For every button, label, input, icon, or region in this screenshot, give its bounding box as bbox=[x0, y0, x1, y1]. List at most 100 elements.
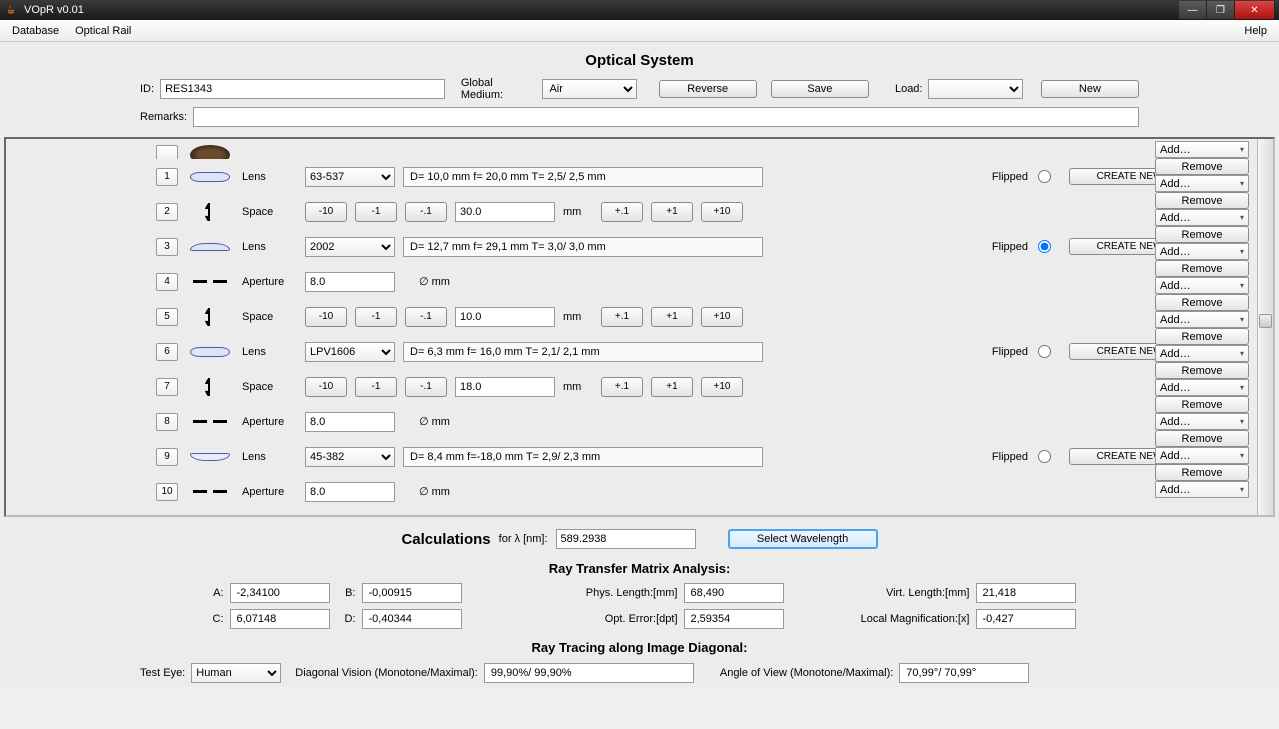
aperture-value[interactable] bbox=[305, 412, 395, 432]
rail-row-cut bbox=[156, 145, 1257, 159]
step-m1[interactable]: -1 bbox=[355, 307, 397, 327]
add-dropdown[interactable]: Add… bbox=[1155, 141, 1249, 158]
add-dropdown[interactable]: Add… bbox=[1155, 277, 1249, 294]
remove-button[interactable]: Remove bbox=[1155, 464, 1249, 481]
flipped-radio[interactable] bbox=[1038, 345, 1051, 358]
lens-select[interactable]: 63-537 bbox=[305, 167, 395, 187]
remove-button[interactable]: Remove bbox=[1155, 294, 1249, 311]
eye-select[interactable]: Human bbox=[191, 663, 281, 683]
add-dropdown[interactable]: Add… bbox=[1155, 481, 1249, 498]
lens-select[interactable]: LPV1606 bbox=[305, 342, 395, 362]
space-value[interactable] bbox=[455, 377, 555, 397]
row-index[interactable]: 8 bbox=[156, 413, 178, 431]
lambda-input[interactable] bbox=[556, 529, 696, 549]
step-p10[interactable]: +10 bbox=[701, 377, 743, 397]
rail-row-aperture: 8 Aperture ∅ mm bbox=[156, 404, 1257, 439]
lens-select[interactable]: 45-382 bbox=[305, 447, 395, 467]
row-index[interactable]: 4 bbox=[156, 273, 178, 291]
menu-help[interactable]: Help bbox=[1236, 23, 1275, 39]
add-dropdown[interactable]: Add… bbox=[1155, 447, 1249, 464]
add-dropdown[interactable]: Add… bbox=[1155, 209, 1249, 226]
lens-icon bbox=[186, 447, 234, 467]
step-m10[interactable]: -10 bbox=[305, 377, 347, 397]
maximize-button[interactable]: ❐ bbox=[1207, 1, 1235, 19]
add-dropdown[interactable]: Add… bbox=[1155, 243, 1249, 260]
new-button[interactable]: New bbox=[1041, 80, 1139, 98]
id-input[interactable] bbox=[160, 79, 445, 99]
remarks-input[interactable] bbox=[193, 107, 1139, 127]
step-p10[interactable]: +10 bbox=[701, 307, 743, 327]
remove-button[interactable]: Remove bbox=[1155, 158, 1249, 175]
step-p1[interactable]: +1 bbox=[651, 202, 693, 222]
virt-value[interactable] bbox=[976, 583, 1076, 603]
flipped-radio[interactable] bbox=[1038, 240, 1051, 253]
phys-value[interactable] bbox=[684, 583, 784, 603]
step-p10[interactable]: +10 bbox=[701, 202, 743, 222]
remove-button[interactable]: Remove bbox=[1155, 192, 1249, 209]
calc-title: Calculations bbox=[401, 531, 490, 548]
save-button[interactable]: Save bbox=[771, 80, 869, 98]
D-value[interactable] bbox=[362, 609, 462, 629]
step-p01[interactable]: +.1 bbox=[601, 202, 643, 222]
C-value[interactable] bbox=[230, 609, 330, 629]
step-m01[interactable]: -.1 bbox=[405, 307, 447, 327]
row-index[interactable]: 3 bbox=[156, 238, 178, 256]
space-value[interactable] bbox=[455, 202, 555, 222]
scrollbar[interactable] bbox=[1257, 139, 1273, 515]
step-p01[interactable]: +.1 bbox=[601, 307, 643, 327]
add-dropdown[interactable]: Add… bbox=[1155, 175, 1249, 192]
mag-value[interactable] bbox=[976, 609, 1076, 629]
step-m10[interactable]: -10 bbox=[305, 202, 347, 222]
add-dropdown[interactable]: Add… bbox=[1155, 311, 1249, 328]
scrollbar-thumb[interactable] bbox=[1259, 314, 1272, 328]
row-index[interactable]: 10 bbox=[156, 483, 178, 501]
row-index[interactable]: 7 bbox=[156, 378, 178, 396]
add-dropdown[interactable]: Add… bbox=[1155, 413, 1249, 430]
aperture-value[interactable] bbox=[305, 482, 395, 502]
step-m1[interactable]: -1 bbox=[355, 377, 397, 397]
aov-value[interactable] bbox=[899, 663, 1029, 683]
space-value[interactable] bbox=[455, 307, 555, 327]
aperture-value[interactable] bbox=[305, 272, 395, 292]
diag-value[interactable] bbox=[484, 663, 694, 683]
remove-button[interactable]: Remove bbox=[1155, 430, 1249, 447]
row-index[interactable] bbox=[156, 145, 178, 159]
row-index[interactable]: 9 bbox=[156, 448, 178, 466]
remove-button[interactable]: Remove bbox=[1155, 226, 1249, 243]
opt-value[interactable] bbox=[684, 609, 784, 629]
add-dropdown[interactable]: Add… bbox=[1155, 379, 1249, 396]
space-icon: ▲▼ bbox=[186, 307, 234, 327]
row-index[interactable]: 6 bbox=[156, 343, 178, 361]
row-index[interactable]: 5 bbox=[156, 308, 178, 326]
add-dropdown[interactable]: Add… bbox=[1155, 345, 1249, 362]
step-p01[interactable]: +.1 bbox=[601, 377, 643, 397]
lens-select[interactable]: 2002 bbox=[305, 237, 395, 257]
medium-select[interactable]: Air bbox=[542, 79, 636, 99]
row-index[interactable]: 1 bbox=[156, 168, 178, 186]
A-value[interactable] bbox=[230, 583, 330, 603]
row-index[interactable]: 2 bbox=[156, 203, 178, 221]
step-m01[interactable]: -.1 bbox=[405, 202, 447, 222]
load-select[interactable] bbox=[928, 79, 1022, 99]
step-p1[interactable]: +1 bbox=[651, 377, 693, 397]
rail-row-lens: 6 Lens LPV1606 D= 6,3 mm f= 16,0 mm T= 2… bbox=[156, 334, 1257, 369]
step-m10[interactable]: -10 bbox=[305, 307, 347, 327]
step-p1[interactable]: +1 bbox=[651, 307, 693, 327]
B-value[interactable] bbox=[362, 583, 462, 603]
select-wavelength-button[interactable]: Select Wavelength bbox=[728, 529, 878, 549]
minimize-button[interactable]: — bbox=[1179, 1, 1207, 19]
close-button[interactable]: ✕ bbox=[1235, 1, 1275, 19]
menu-database[interactable]: Database bbox=[4, 23, 67, 39]
step-m01[interactable]: -.1 bbox=[405, 377, 447, 397]
flipped-radio[interactable] bbox=[1038, 450, 1051, 463]
remove-button[interactable]: Remove bbox=[1155, 362, 1249, 379]
menu-optical-rail[interactable]: Optical Rail bbox=[67, 23, 139, 39]
flipped-radio[interactable] bbox=[1038, 170, 1051, 183]
remove-button[interactable]: Remove bbox=[1155, 328, 1249, 345]
remove-button[interactable]: Remove bbox=[1155, 396, 1249, 413]
remove-button[interactable]: Remove bbox=[1155, 260, 1249, 277]
observer-icon bbox=[186, 145, 234, 159]
step-m1[interactable]: -1 bbox=[355, 202, 397, 222]
unit-mm: mm bbox=[563, 206, 593, 218]
reverse-button[interactable]: Reverse bbox=[659, 80, 757, 98]
